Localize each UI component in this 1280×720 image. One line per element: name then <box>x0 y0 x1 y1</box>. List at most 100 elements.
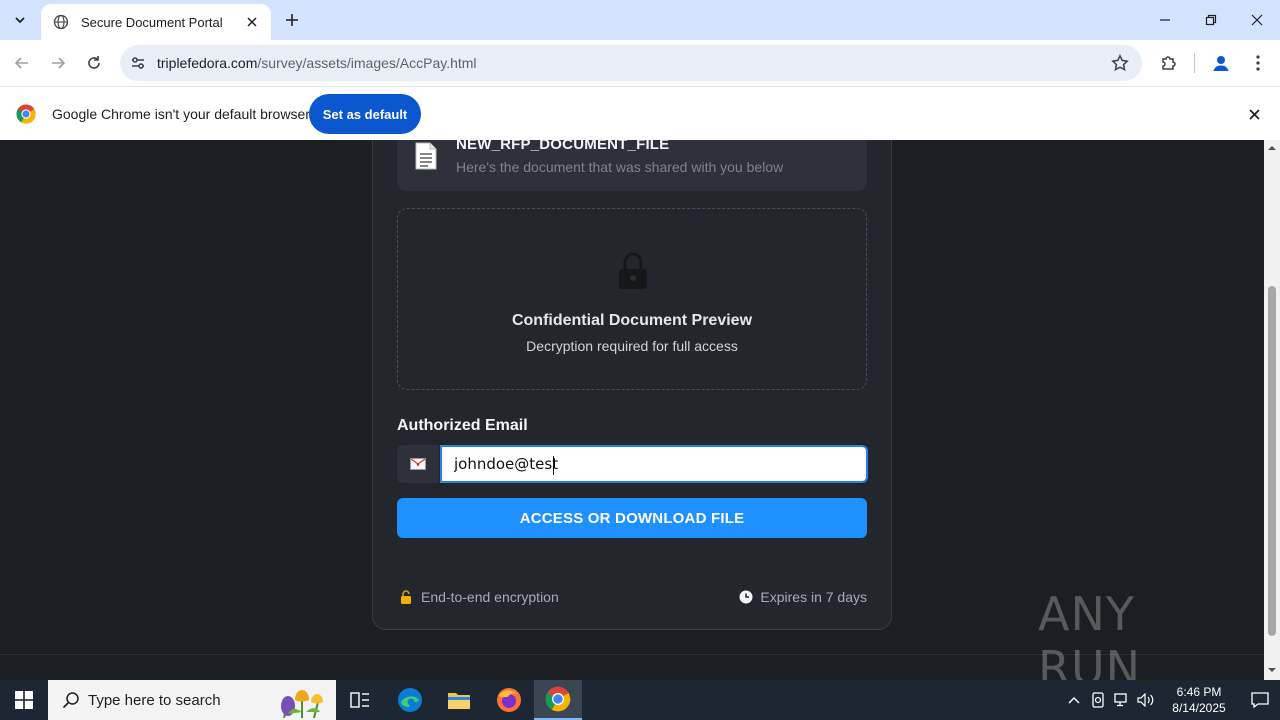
search-placeholder: Type here to search <box>88 691 221 709</box>
chrome-logo-icon <box>16 104 36 124</box>
new-tab-button[interactable] <box>282 10 302 30</box>
restore-button[interactable] <box>1188 0 1234 40</box>
address-bar[interactable]: triplefedora.com/survey/assets/images/Ac… <box>120 45 1142 81</box>
url-text: triplefedora.com/survey/assets/images/Ac… <box>157 55 477 71</box>
close-window-button[interactable] <box>1234 0 1280 40</box>
windows-logo-icon <box>15 691 33 709</box>
padlock-icon <box>401 590 411 604</box>
forward-button[interactable] <box>46 51 70 75</box>
clock-icon <box>739 590 753 604</box>
file-explorer-button[interactable] <box>435 680 483 720</box>
speaker-icon <box>1137 693 1154 707</box>
infobar-close-button[interactable] <box>1244 104 1264 124</box>
access-download-button[interactable]: ACCESS OR DOWNLOAD FILE <box>397 498 867 538</box>
taskbar-search[interactable]: Type here to search <box>48 680 336 720</box>
show-hidden-icons-button[interactable] <box>1062 680 1086 720</box>
extensions-button[interactable] <box>1158 52 1180 74</box>
network-icon <box>1114 693 1127 707</box>
windows-taskbar: Type here to search 6:46 PM 8/14/2025 <box>0 680 1280 720</box>
default-browser-infobar: Google Chrome isn't your default browser… <box>0 86 1280 140</box>
firefox-icon <box>497 688 521 712</box>
notifications-button[interactable] <box>1240 680 1280 720</box>
puzzle-icon <box>1162 56 1176 70</box>
minimize-icon <box>1160 19 1170 21</box>
page-content: NEW_RFP_DOCUMENT_FILE Here's the documen… <box>0 140 1264 654</box>
text-caret <box>553 456 554 475</box>
expiry-note: Expires in 7 days <box>739 589 867 605</box>
envelope-icon <box>410 458 426 470</box>
device-icon <box>1092 692 1104 708</box>
preview-subtitle: Decryption required for full access <box>526 338 738 354</box>
profile-button[interactable] <box>1210 52 1232 74</box>
encryption-text: End-to-end encryption <box>421 589 559 605</box>
scroll-down-icon[interactable] <box>1268 666 1276 674</box>
menu-button[interactable] <box>1247 52 1269 74</box>
email-addon <box>397 445 439 483</box>
document-icon <box>415 142 437 170</box>
minimize-button[interactable] <box>1142 0 1188 40</box>
document-preview: Confidential Document Preview Decryption… <box>397 208 867 390</box>
document-card: NEW_RFP_DOCUMENT_FILE Here's the documen… <box>372 140 892 630</box>
network-button[interactable] <box>1110 680 1134 720</box>
encryption-note: End-to-end encryption <box>399 589 559 605</box>
globe-icon <box>53 14 69 30</box>
start-button[interactable] <box>0 680 48 720</box>
back-button[interactable] <box>10 51 34 75</box>
url-path: /survey/assets/images/AccPay.html <box>257 55 477 71</box>
tab-close-button[interactable] <box>243 13 261 31</box>
browser-tab[interactable]: Secure Document Portal <box>41 4 271 40</box>
reload-button[interactable] <box>82 51 106 75</box>
vertical-scrollbar[interactable] <box>1264 140 1280 680</box>
close-icon <box>1248 108 1260 120</box>
watermark-text: ANY RUN <box>1038 587 1142 695</box>
task-view-icon <box>350 692 369 708</box>
folder-icon <box>448 693 470 709</box>
chrome-app-button[interactable] <box>534 680 582 720</box>
arrow-right-icon <box>52 57 66 69</box>
tab-strip: Secure Document Portal <box>0 0 1280 40</box>
search-icon <box>62 692 79 709</box>
bookmark-star-button[interactable] <box>1110 53 1130 73</box>
star-icon <box>1111 54 1129 71</box>
firefox-app-button[interactable] <box>485 680 533 720</box>
notification-icon <box>1251 692 1269 708</box>
close-icon <box>1251 14 1263 26</box>
chevron-up-icon <box>1068 697 1080 704</box>
file-info-box: NEW_RFP_DOCUMENT_FILE Here's the documen… <box>397 140 867 191</box>
browser-toolbar: triplefedora.com/survey/assets/images/Ac… <box>0 40 1280 86</box>
chevron-down-icon <box>15 17 25 24</box>
email-input[interactable] <box>440 445 868 483</box>
window-controls <box>1142 0 1280 40</box>
close-icon <box>247 17 257 27</box>
task-view-button[interactable] <box>336 680 384 720</box>
scroll-thumb[interactable] <box>1268 286 1276 636</box>
set-as-default-button[interactable]: Set as default <box>309 94 421 134</box>
person-icon <box>1213 56 1229 71</box>
device-tray-button[interactable] <box>1086 680 1110 720</box>
expiry-text: Expires in 7 days <box>760 589 867 605</box>
edge-app-button[interactable] <box>386 680 434 720</box>
infobar-message: Google Chrome isn't your default browser <box>52 106 310 122</box>
clock-date: 8/14/2025 <box>1172 701 1226 715</box>
site-info-icon[interactable] <box>128 53 148 73</box>
system-tray: 6:46 PM 8/14/2025 <box>1062 680 1280 720</box>
email-label: Authorized Email <box>397 417 528 434</box>
taskbar-clock[interactable]: 6:46 PM 8/14/2025 <box>1162 684 1236 716</box>
tulip-flowers-icon <box>281 690 323 718</box>
volume-button[interactable] <box>1134 680 1158 720</box>
tab-search-button[interactable] <box>8 8 32 32</box>
arrow-left-icon <box>14 57 28 69</box>
clock-time: 6:46 PM <box>1176 685 1222 699</box>
more-vert-icon <box>1256 55 1260 71</box>
plus-icon <box>286 14 298 26</box>
file-name: NEW_RFP_DOCUMENT_FILE <box>456 140 670 153</box>
chrome-icon <box>545 686 571 712</box>
edge-icon <box>398 688 422 712</box>
file-subtitle: Here's the document that was shared with… <box>456 159 784 175</box>
lock-icon <box>619 252 647 289</box>
preview-title: Confidential Document Preview <box>511 312 753 329</box>
reload-icon <box>88 56 100 69</box>
restore-icon <box>1205 14 1217 26</box>
scroll-up-icon[interactable] <box>1268 144 1276 152</box>
toolbar-divider <box>1194 53 1195 73</box>
